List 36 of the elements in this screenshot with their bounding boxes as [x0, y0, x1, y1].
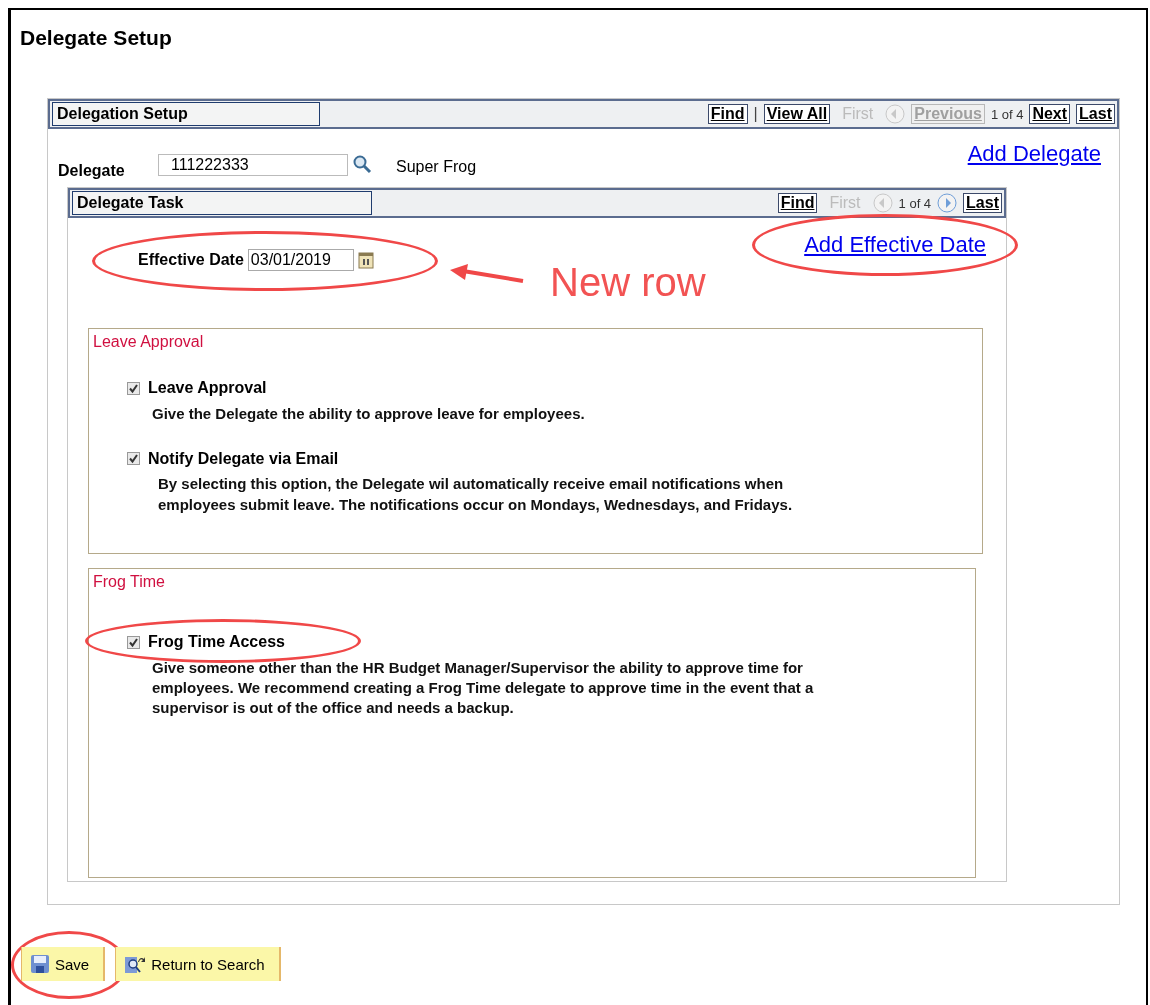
- nav-link[interactable]: Next: [1029, 104, 1071, 124]
- save-button[interactable]: Save: [21, 947, 106, 981]
- field-label: Effective Date: [138, 251, 244, 269]
- add-date-link[interactable]: Add Effective Date: [804, 232, 986, 258]
- page-count: 1 of 4: [898, 195, 932, 211]
- annotation-text: New row: [550, 262, 706, 302]
- option-label: Frog Time Access: [148, 633, 285, 651]
- date-field[interactable]: 03/01/2019: [247, 249, 354, 271]
- option-description: By selecting this option, the Delegate wil automatically receive email notifications when employees submit leave. The notifications occur on Mondays, Wednesdays, and Fridays.: [158, 474, 794, 515]
- option-description: Give the Delegate the ability to approve leave for employees.: [152, 403, 586, 424]
- option-label: Notify Delegate via Email: [148, 449, 339, 468]
- section-title: Frog Time: [93, 573, 166, 591]
- checkbox[interactable]: [127, 452, 140, 466]
- magnifier-arrow-icon: [124, 954, 147, 974]
- return-button[interactable]: Return to Search: [115, 947, 281, 981]
- search-icon[interactable]: [352, 154, 372, 174]
- option-label: Leave Approval: [148, 379, 267, 397]
- delegate-name: Super Frog: [396, 158, 477, 176]
- nav-link[interactable]: View All: [763, 104, 831, 124]
- checkbox[interactable]: [127, 635, 140, 649]
- option-description: Give someone other than the HR Budget Manager/Supervisor the ability to approve time for employees. We recommend creating a Frog Time delegate to approve time in the event that a supervisor is out of the office and needs a backup.: [152, 657, 815, 718]
- checkbox[interactable]: [127, 381, 140, 395]
- nav-link[interactable]: Find: [707, 104, 748, 124]
- nav-link[interactable]: Last: [1076, 104, 1115, 124]
- separator-mark: |: [753, 105, 758, 123]
- page-title: Delegate Setup: [20, 26, 173, 51]
- panel-title: Delegate Task: [72, 191, 372, 215]
- calendar-icon[interactable]: [357, 251, 374, 269]
- add-delegate-link[interactable]: Add Delegate: [967, 141, 1101, 167]
- field-label: Delegate: [58, 162, 126, 180]
- page-count: 1 of 4: [990, 106, 1024, 122]
- nav-link[interactable]: Find: [777, 193, 818, 213]
- nav-link[interactable]: Last: [963, 193, 1002, 213]
- panel-title: Delegation Setup: [52, 102, 320, 126]
- section-title: Leave Approval: [93, 333, 205, 351]
- delegate-field[interactable]: 111222333: [158, 154, 348, 176]
